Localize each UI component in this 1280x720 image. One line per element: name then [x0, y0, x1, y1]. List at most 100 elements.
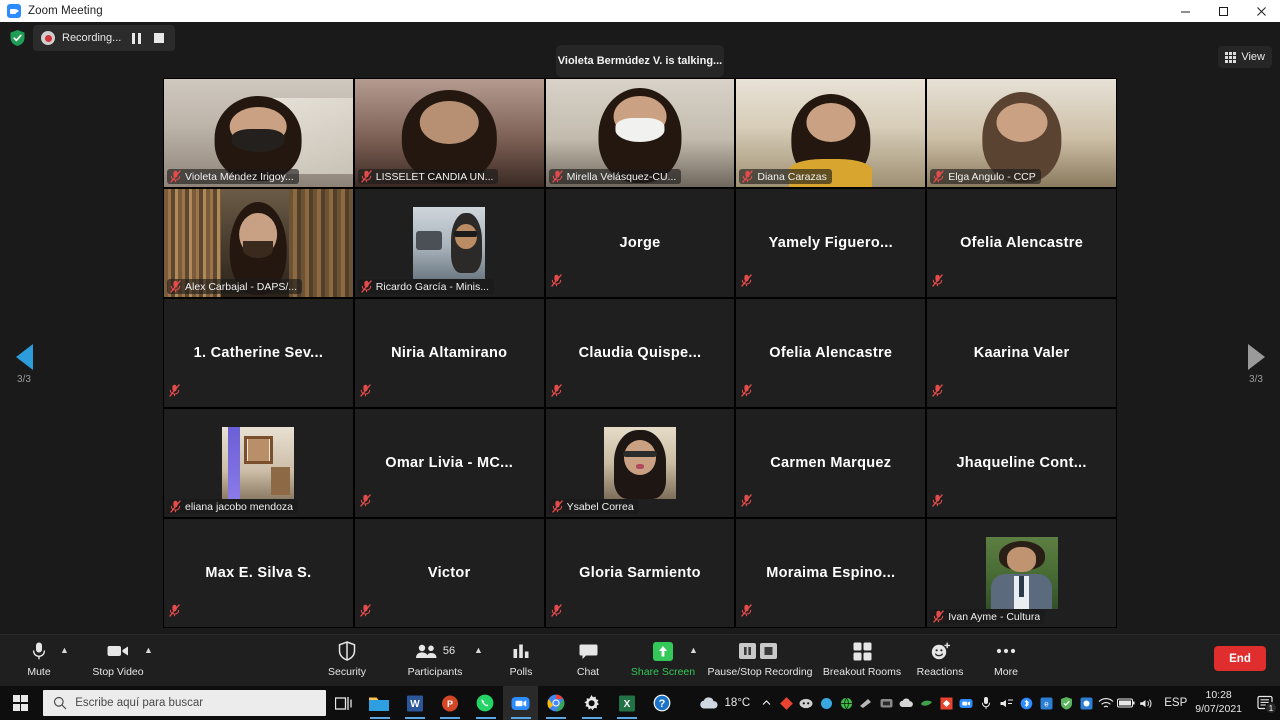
page-indicator-left: 3/3 — [17, 373, 31, 385]
tray-battery-icon[interactable] — [1116, 686, 1136, 720]
window-title: Zoom Meeting — [28, 5, 103, 17]
muted-microphone-icon — [169, 604, 180, 617]
participant-tile[interactable]: Omar Livia - MC... — [353, 408, 545, 518]
tray-wifi-icon[interactable] — [1096, 686, 1116, 720]
settings-icon[interactable] — [574, 686, 609, 720]
participant-tile[interactable]: Alex Carbajal - DAPS/... — [163, 188, 354, 298]
minimize-button[interactable] — [1166, 0, 1204, 22]
whatsapp-icon[interactable] — [468, 686, 503, 720]
participants-button[interactable]: 56 Participants — [402, 639, 468, 685]
file-explorer-icon[interactable] — [362, 686, 397, 720]
tray-volume-icon[interactable] — [1136, 686, 1156, 720]
maximize-button[interactable] — [1204, 0, 1242, 22]
pause-stop-recording-button[interactable]: Pause/Stop Recording — [706, 639, 814, 685]
tray-app-icon-7[interactable]: e — [1036, 686, 1056, 720]
mute-button[interactable]: Mute — [18, 639, 60, 685]
tray-onedrive-icon[interactable] — [896, 686, 916, 720]
zoom-taskbar-icon[interactable] — [502, 686, 539, 720]
tray-app-icon-5[interactable] — [916, 686, 936, 720]
language-indicator[interactable]: ESP — [1164, 697, 1187, 709]
task-view-button[interactable] — [326, 686, 361, 720]
participant-name-label: Ricardo García - Minis... — [357, 279, 494, 294]
stop-recording-button[interactable] — [151, 30, 167, 46]
audio-options-caret[interactable]: ▲ — [60, 645, 69, 655]
participant-tile[interactable]: Mirella Velásquez-CU... — [544, 78, 736, 188]
participant-tile[interactable]: Gloria Sarmiento — [544, 518, 736, 628]
tray-app-icon-1[interactable] — [776, 686, 796, 720]
participant-tile[interactable]: Elga Angulo - CCP — [926, 78, 1117, 188]
excel-icon[interactable]: X — [609, 686, 644, 720]
more-button[interactable]: More — [984, 639, 1028, 685]
participant-tile[interactable]: eliana jacobo mendoza — [163, 408, 354, 518]
stop-video-button[interactable]: Stop Video — [92, 639, 144, 685]
chrome-icon[interactable] — [538, 686, 573, 720]
view-button[interactable]: View — [1218, 46, 1272, 68]
next-page-button[interactable]: 3/3 — [1232, 336, 1280, 392]
previous-page-button[interactable]: 3/3 — [0, 336, 48, 392]
pause-recording-button[interactable] — [128, 30, 144, 46]
participant-tile[interactable]: 1. Catherine Sev... — [163, 298, 354, 408]
participant-tile[interactable]: Victor — [353, 518, 545, 628]
tray-bluetooth-icon[interactable] — [1016, 686, 1036, 720]
polls-button[interactable]: Polls — [500, 639, 542, 685]
tray-zoom-icon[interactable] — [956, 686, 976, 720]
tray-app-icon-6[interactable] — [936, 686, 956, 720]
tray-chevron-icon[interactable] — [756, 686, 776, 720]
participant-tile[interactable]: Diana Carazas — [735, 78, 927, 188]
participant-name-label: Ivan Ayme - Cultura — [930, 609, 1046, 624]
view-label: View — [1241, 51, 1265, 63]
shield-check-icon[interactable] — [8, 28, 27, 47]
start-button[interactable] — [0, 686, 41, 720]
chat-button[interactable]: Chat — [566, 639, 610, 685]
end-meeting-button[interactable]: End — [1214, 646, 1266, 671]
participant-name: Ofelia Alencastre — [960, 235, 1084, 251]
participant-video-thumbnail — [413, 207, 486, 279]
tray-speaker-settings-icon[interactable] — [996, 686, 1016, 720]
breakout-rooms-button[interactable]: Breakout Rooms — [820, 639, 904, 685]
participant-tile[interactable]: Ofelia Alencastre — [735, 298, 927, 408]
weather-widget[interactable]: 18°C — [698, 696, 750, 710]
tray-defender-icon[interactable] — [1056, 686, 1076, 720]
tray-microphone-icon[interactable] — [976, 686, 996, 720]
clock[interactable]: 10:28 9/07/2021 — [1195, 689, 1242, 716]
participant-tile[interactable]: Moraima Espino... — [735, 518, 927, 628]
search-input[interactable]: Escribe aquí para buscar — [43, 690, 327, 716]
participant-tile[interactable]: Yamely Figuero... — [735, 188, 927, 298]
tray-app-icon-4[interactable] — [876, 686, 896, 720]
participant-tile[interactable]: Kaarina Valer — [926, 298, 1117, 408]
muted-microphone-icon — [933, 170, 945, 183]
word-icon[interactable]: W — [397, 686, 432, 720]
muted-microphone-icon — [741, 274, 753, 287]
help-icon[interactable]: ? — [644, 686, 679, 720]
participant-tile[interactable]: Ricardo García - Minis... — [353, 188, 545, 298]
tray-app-icon-3[interactable] — [856, 686, 876, 720]
participant-tile[interactable]: Ysabel Correa — [544, 408, 736, 518]
tray-globe-icon[interactable] — [836, 686, 856, 720]
participant-tile[interactable]: Niria Altamirano — [353, 298, 545, 408]
tray-discord-icon[interactable] — [796, 686, 816, 720]
share-options-caret[interactable]: ▲ — [689, 645, 698, 655]
reactions-button[interactable]: Reactions — [910, 639, 970, 685]
tray-app-icon-8[interactable] — [1076, 686, 1096, 720]
notifications-button[interactable]: 1 — [1250, 686, 1280, 720]
participant-tile[interactable]: Claudia Quispe... — [544, 298, 736, 408]
participant-tile[interactable]: Jorge — [544, 188, 736, 298]
powerpoint-icon[interactable]: P — [432, 686, 467, 720]
participant-tile[interactable]: Max E. Silva S. — [163, 518, 354, 628]
participant-tile[interactable]: Ofelia Alencastre — [926, 188, 1117, 298]
recording-indicator: Recording... — [33, 25, 176, 51]
participant-name: Omar Livia - MC... — [385, 455, 514, 471]
participant-tile[interactable]: Jhaqueline Cont... — [926, 408, 1117, 518]
close-button[interactable] — [1242, 0, 1280, 22]
muted-microphone-icon — [550, 604, 562, 617]
video-options-caret[interactable]: ▲ — [144, 645, 153, 655]
participant-tile[interactable]: Ivan Ayme - Cultura — [926, 518, 1117, 628]
polls-label: Polls — [509, 666, 533, 678]
participants-caret[interactable]: ▲ — [474, 645, 483, 655]
participant-tile[interactable]: Violeta Méndez Irigoy... — [163, 78, 354, 188]
security-button[interactable]: Security — [322, 639, 372, 685]
svg-text:e: e — [1044, 699, 1049, 708]
tray-app-icon-2[interactable] — [816, 686, 836, 720]
participant-tile[interactable]: Carmen Marquez — [735, 408, 927, 518]
participant-tile[interactable]: LISSELET CANDIA UN... — [353, 78, 545, 188]
